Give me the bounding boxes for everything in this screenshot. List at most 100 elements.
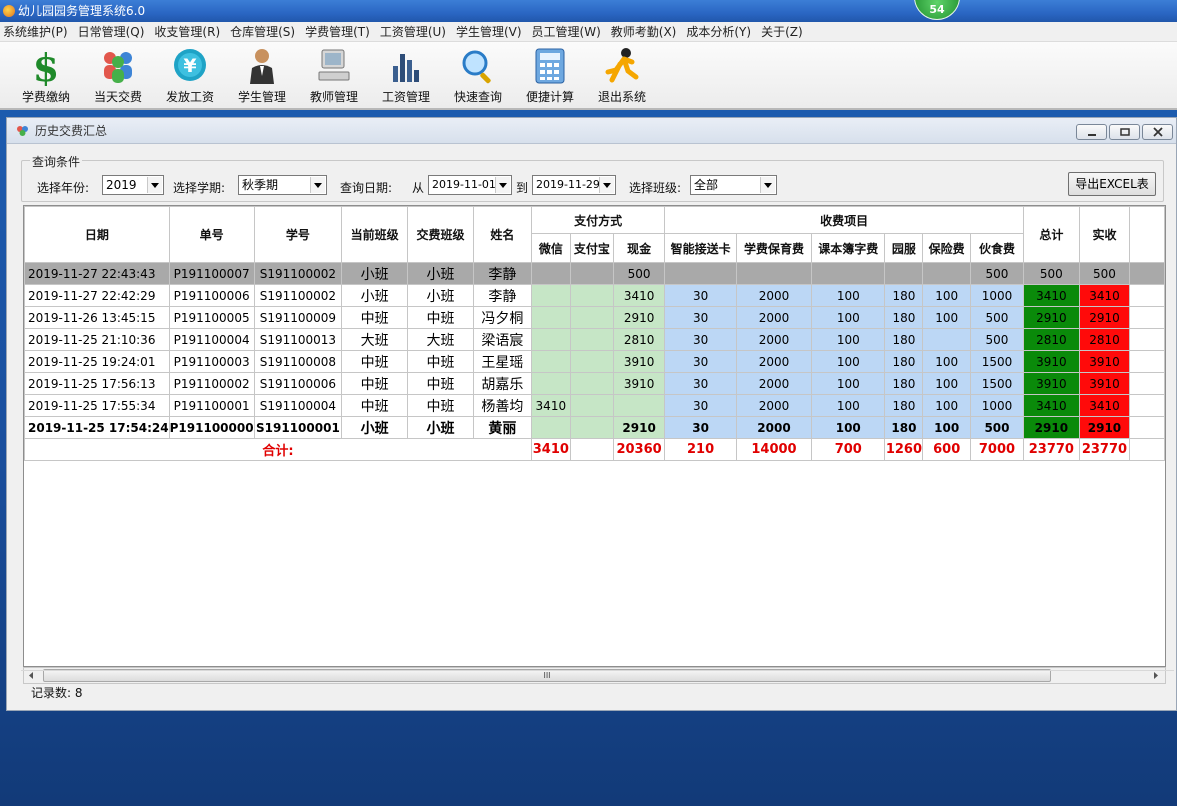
cell-total[interactable]: 3910 (1022, 372, 1080, 395)
cell-order-no[interactable]: P191100007 (168, 262, 255, 285)
cell-alipay[interactable] (569, 262, 614, 285)
cell-payment-class[interactable]: 中班 (407, 306, 474, 329)
cell-alipay[interactable] (569, 328, 614, 351)
table-row[interactable]: 2019-11-25 17:55:34 P191100001 S191100004 中… (24, 394, 1165, 417)
cell-books[interactable]: 100 (811, 350, 886, 373)
minimize-button[interactable] (1076, 124, 1107, 140)
table-row[interactable]: 2019-11-25 21:10:36 P191100004 S191100013 大… (24, 328, 1165, 351)
header-total[interactable]: 总计 (1022, 206, 1080, 263)
toolbar-calculator-button[interactable]: 便捷计算 (515, 46, 585, 108)
toolbar-quick-search-button[interactable]: 快速查询 (443, 46, 513, 108)
cell-student-id[interactable]: S191100004 (253, 394, 343, 417)
cell-books[interactable]: 100 (811, 394, 886, 417)
cell-meal[interactable]: 1000 (970, 394, 1024, 417)
cell-meal[interactable]: 500 (970, 328, 1024, 351)
cell-insurance[interactable]: 100 (922, 284, 971, 307)
cell-name[interactable]: 黄丽 (472, 416, 532, 439)
table-row[interactable]: 2019-11-25 17:54:24 P191100000 S191100001 小… (24, 416, 1165, 439)
cell-total[interactable]: 500 (1022, 262, 1080, 285)
toolbar-exit-button[interactable]: 退出系统 (587, 46, 657, 108)
header-wechat[interactable]: 微信 (530, 233, 571, 263)
cell-insurance[interactable]: 100 (922, 394, 971, 417)
cell-actual[interactable]: 500 (1078, 262, 1131, 285)
header-insurance[interactable]: 保险费 (922, 233, 971, 263)
cell-date[interactable]: 2019-11-25 17:56:13 (24, 372, 170, 395)
cell-alipay[interactable] (569, 284, 614, 307)
cell-alipay[interactable] (569, 416, 614, 439)
cell-alipay[interactable] (569, 306, 614, 329)
cell-tuition[interactable]: 2000 (735, 284, 813, 307)
to-date-picker[interactable]: 2019-11-29 (532, 175, 616, 195)
header-uniform[interactable]: 园服 (884, 233, 924, 263)
cell-wechat[interactable] (530, 328, 571, 351)
cell-total[interactable]: 3410 (1022, 394, 1080, 417)
cell-tuition[interactable] (735, 262, 813, 285)
cell-date[interactable]: 2019-11-25 21:10:36 (24, 328, 170, 351)
cell-cash[interactable]: 3910 (612, 372, 666, 395)
cell-meal[interactable]: 500 (970, 262, 1024, 285)
cell-alipay[interactable] (569, 372, 614, 395)
cell-date[interactable]: 2019-11-27 22:42:29 (24, 284, 170, 307)
cell-pickup-card[interactable]: 30 (664, 372, 737, 395)
cell-uniform[interactable]: 180 (884, 284, 924, 307)
header-pickup-card[interactable]: 智能接送卡 (664, 233, 737, 263)
menu-daily[interactable]: 日常管理(Q) (75, 23, 152, 40)
cell-student-id[interactable]: S191100009 (253, 306, 343, 329)
cell-uniform[interactable]: 180 (884, 372, 924, 395)
cell-books[interactable]: 100 (811, 284, 886, 307)
table-row[interactable]: 2019-11-25 17:56:13 P191100002 S191100006 中… (24, 372, 1165, 395)
cell-wechat[interactable] (530, 306, 571, 329)
menu-system[interactable]: 系统维护(P) (0, 23, 75, 40)
cell-name[interactable]: 胡嘉乐 (472, 372, 532, 395)
cell-uniform[interactable]: 180 (884, 394, 924, 417)
cell-student-id[interactable]: S191100001 (253, 416, 343, 439)
cell-wechat[interactable] (530, 416, 571, 439)
cell-alipay[interactable] (569, 350, 614, 373)
header-actual[interactable]: 实收 (1078, 206, 1131, 263)
cell-total[interactable]: 2910 (1022, 306, 1080, 329)
cell-payment-class[interactable]: 大班 (407, 328, 474, 351)
cell-insurance[interactable]: 100 (922, 350, 971, 373)
cell-actual[interactable]: 3410 (1078, 284, 1131, 307)
export-excel-button[interactable]: 导出EXCEL表 (1068, 172, 1156, 196)
cell-current-class[interactable]: 小班 (341, 284, 409, 307)
cell-payment-class[interactable]: 小班 (407, 416, 474, 439)
cell-name[interactable]: 李静 (472, 284, 532, 307)
year-select[interactable]: 2019 (102, 175, 164, 195)
header-cash[interactable]: 现金 (612, 233, 666, 263)
cell-name[interactable]: 王星瑶 (472, 350, 532, 373)
cell-date[interactable]: 2019-11-27 22:43:43 (24, 262, 170, 285)
menu-attendance[interactable]: 教师考勤(X) (608, 23, 684, 40)
cell-total[interactable]: 3410 (1022, 284, 1080, 307)
close-button[interactable] (1142, 124, 1173, 140)
toolbar-tuition-payment-button[interactable]: $ 学费缴纳 (11, 46, 81, 108)
cell-insurance[interactable]: 100 (922, 372, 971, 395)
cell-payment-class[interactable]: 中班 (407, 372, 474, 395)
cell-books[interactable]: 100 (811, 306, 886, 329)
cell-pickup-card[interactable]: 30 (664, 306, 737, 329)
header-current-class[interactable]: 当前班级 (341, 206, 409, 263)
menu-about[interactable]: 关于(Z) (758, 23, 810, 40)
cell-total[interactable]: 2910 (1022, 416, 1080, 439)
cell-current-class[interactable]: 中班 (341, 372, 409, 395)
cell-date[interactable]: 2019-11-25 17:54:24 (24, 416, 170, 439)
cell-books[interactable]: 100 (811, 328, 886, 351)
table-row[interactable]: 2019-11-26 13:45:15 P191100005 S191100009 中… (24, 306, 1165, 329)
cell-order-no[interactable]: P191100003 (168, 350, 255, 373)
cell-cash[interactable]: 500 (612, 262, 666, 285)
cell-student-id[interactable]: S191100006 (253, 372, 343, 395)
term-select[interactable]: 秋季期 (238, 175, 327, 195)
cell-pickup-card[interactable] (664, 262, 737, 285)
cell-order-no[interactable]: P191100000 (168, 416, 255, 439)
cell-meal[interactable]: 500 (970, 306, 1024, 329)
toolbar-today-payment-button[interactable]: 当天交费 (83, 46, 153, 108)
cell-current-class[interactable]: 小班 (341, 416, 409, 439)
table-row[interactable]: 2019-11-27 22:43:43 P191100007 S191100002 小… (24, 262, 1165, 285)
cell-pickup-card[interactable]: 30 (664, 328, 737, 351)
cell-cash[interactable]: 2910 (612, 416, 666, 439)
cell-current-class[interactable]: 小班 (341, 262, 409, 285)
cell-name[interactable]: 李静 (472, 262, 532, 285)
cell-date[interactable]: 2019-11-25 19:24:01 (24, 350, 170, 373)
cell-actual[interactable]: 3410 (1078, 394, 1131, 417)
table-row[interactable]: 2019-11-27 22:42:29 P191100006 S191100002 小… (24, 284, 1165, 307)
